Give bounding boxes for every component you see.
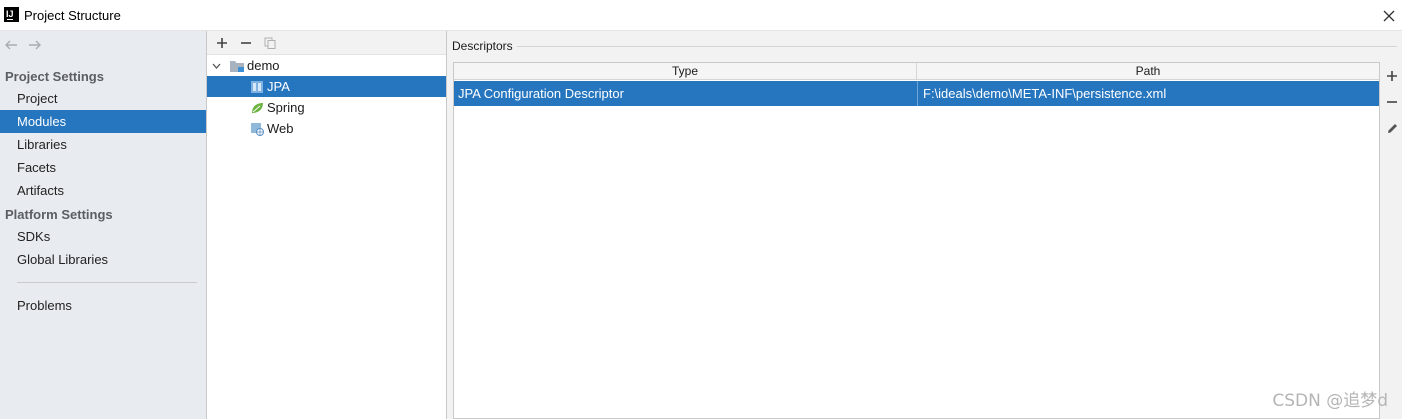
close-icon [1383, 10, 1395, 21]
arrow-left-icon [5, 40, 17, 50]
close-window-button[interactable] [1376, 0, 1402, 31]
jpa-facet-icon [249, 79, 265, 95]
navigation-arrows [2, 37, 44, 53]
minus-icon [1387, 101, 1397, 103]
tree-node-jpa[interactable]: JPA [207, 76, 446, 97]
csdn-watermark: CSDN @追梦d [1272, 391, 1388, 411]
sidebar-item-problems[interactable]: Problems [0, 294, 206, 317]
cell-separator [917, 81, 918, 106]
table-row[interactable]: JPA Configuration Descriptor F:\ideals\d… [454, 81, 1379, 106]
web-facet-icon [249, 121, 265, 137]
tree-node-demo[interactable]: demo [207, 55, 446, 76]
column-header-path[interactable]: Path [917, 63, 1379, 80]
plus-icon [217, 37, 227, 48]
tree-toolbar [207, 31, 446, 55]
tree-node-label: JPA [267, 79, 290, 94]
remove-button[interactable] [237, 34, 255, 52]
tree-node-label: Spring [267, 100, 305, 115]
project-settings-header: Project Settings [5, 69, 104, 84]
sidebar-item-modules[interactable]: Modules [0, 110, 206, 133]
descriptor-type-cell: JPA Configuration Descriptor [458, 86, 624, 101]
add-button[interactable] [213, 34, 231, 52]
tree-node-label: Web [267, 121, 294, 136]
module-folder-icon [229, 58, 245, 74]
descriptor-path-cell: F:\ideals\demo\META-INF\persistence.xml [923, 86, 1167, 101]
sidebar-item-facets[interactable]: Facets [0, 156, 206, 179]
forward-button[interactable] [26, 37, 44, 53]
plus-icon [1387, 71, 1397, 81]
sidebar-item-sdks[interactable]: SDKs [0, 225, 206, 248]
remove-descriptor-button[interactable] [1383, 92, 1401, 112]
settings-sidebar: Project Settings Project Modules Librari… [0, 31, 207, 419]
add-descriptor-button[interactable] [1383, 66, 1401, 86]
minus-icon [241, 41, 251, 44]
edit-descriptor-button[interactable] [1383, 118, 1401, 138]
spring-leaf-icon [249, 100, 265, 116]
arrow-right-icon [29, 40, 41, 50]
intellij-app-icon: IJ [4, 7, 19, 22]
descriptors-group-label: Descriptors [452, 39, 513, 53]
tree-node-spring[interactable]: Spring [207, 97, 446, 118]
platform-settings-header: Platform Settings [5, 207, 113, 222]
sidebar-item-global-libraries[interactable]: Global Libraries [0, 248, 206, 271]
pencil-icon [1387, 123, 1397, 133]
project-structure-window: IJ Project Structure Project Settings Pr… [0, 0, 1402, 419]
sidebar-divider [17, 282, 197, 283]
descriptors-panel: Descriptors Type Path JPA Configuration … [447, 31, 1402, 419]
sidebar-item-libraries[interactable]: Libraries [0, 133, 206, 156]
descriptors-table: Type Path JPA Configuration Descriptor F… [453, 62, 1380, 419]
title-bar: IJ Project Structure [0, 0, 1402, 31]
window-title: Project Structure [24, 8, 121, 23]
copy-button[interactable] [261, 34, 279, 52]
back-button[interactable] [2, 37, 20, 53]
table-header: Type Path [454, 63, 1379, 80]
copy-icon [264, 37, 276, 49]
sidebar-item-project[interactable]: Project [0, 87, 206, 110]
group-separator [517, 46, 1397, 47]
modules-tree-panel: demo JPA Spring Web [207, 31, 447, 419]
descriptor-actions [1382, 66, 1402, 138]
tree-node-label: demo [247, 58, 280, 73]
sidebar-item-artifacts[interactable]: Artifacts [0, 179, 206, 202]
column-header-type[interactable]: Type [454, 63, 917, 80]
chevron-down-icon[interactable] [209, 59, 223, 73]
tree-node-web[interactable]: Web [207, 118, 446, 139]
